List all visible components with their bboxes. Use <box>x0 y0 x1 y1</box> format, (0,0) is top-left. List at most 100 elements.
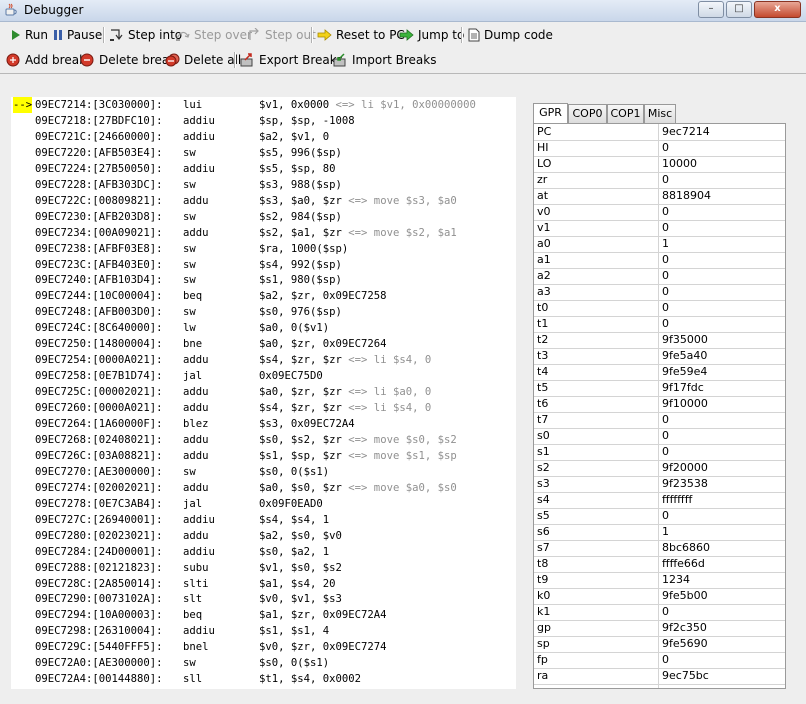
delete-all-button[interactable]: Delete all <box>165 51 241 69</box>
jump-to-button[interactable]: Jump to <box>399 26 464 44</box>
register-value[interactable]: 8818904 <box>662 189 711 202</box>
register-row[interactable]: t5 9f17fdc <box>534 380 785 397</box>
register-row[interactable]: s1 0 <box>534 444 785 461</box>
step-over-button[interactable]: Step over <box>175 26 252 44</box>
register-value[interactable]: 0 <box>662 205 669 218</box>
disassembly-row[interactable]: 09EC7264:[1A60000F]: blez $s3, 0x09EC72A4 <box>11 416 516 432</box>
register-value[interactable]: 8bc6860 <box>662 541 710 554</box>
disassembly-row[interactable]: 09EC7244:[10C00004]: beq $a2, $zr, 0x09EC7… <box>11 288 516 304</box>
disassembly-row[interactable]: 09EC7238:[AFBF03E8]: sw $ra, 1000($sp) <box>11 241 516 257</box>
disassembly-row[interactable]: 09EC72A0:[AE300000]: sw $s0, 0($s1) <box>11 655 516 671</box>
disassembly-row[interactable]: 09EC72A4:[00144880]: sll $t1, $s4, 0x0002 <box>11 671 516 687</box>
disassembly-row[interactable]: 09EC7280:[02023021]: addu $a2, $s0, $v0 <box>11 528 516 544</box>
disassembly-row[interactable]: 09EC721C:[24660000]: addiu $a2, $v1, 0 <box>11 129 516 145</box>
disassembly-row[interactable]: 09EC7254:[0000A021]: addu $s4, $zr, $zr <=… <box>11 352 516 368</box>
disassembly-row[interactable]: 09EC7228:[AFB303DC]: sw $s3, 988($sp) <box>11 177 516 193</box>
register-value[interactable]: 1234 <box>662 573 690 586</box>
register-value[interactable]: 0 <box>662 429 669 442</box>
disassembly-row[interactable]: 09EC7250:[14800004]: bne $a0, $zr, 0x09EC7… <box>11 336 516 352</box>
register-value[interactable]: 1 <box>662 525 669 538</box>
disassembly-row[interactable]: 09EC7258:[0E7B1D74]: jal 0x09EC75D0 <box>11 368 516 384</box>
register-row[interactable]: v1 0 <box>534 220 785 237</box>
register-value[interactable]: 9f17fdc <box>662 381 704 394</box>
tab-misc[interactable]: Misc <box>644 104 676 123</box>
register-value[interactable]: 0 <box>662 509 669 522</box>
register-row[interactable]: t7 0 <box>534 412 785 429</box>
register-row[interactable]: a2 0 <box>534 268 785 285</box>
disassembly-row[interactable]: --> 09EC7214:[3C030000]: lui $v1, 0x0000 <=… <box>11 97 516 113</box>
register-row[interactable]: a0 1 <box>534 236 785 253</box>
disassembly-row[interactable]: 09EC723C:[AFB403E0]: sw $s4, 992($sp) <box>11 257 516 273</box>
register-value[interactable]: 0 <box>662 221 669 234</box>
register-value[interactable]: 0 <box>662 269 669 282</box>
maximize-button[interactable]: □ <box>726 1 752 18</box>
step-out-button[interactable]: Step out <box>246 26 316 44</box>
disassembly-row[interactable]: 09EC727C:[26940001]: addiu $s4, $s4, 1 <box>11 512 516 528</box>
register-value[interactable]: 10000 <box>662 157 697 170</box>
disassembly-row[interactable]: 09EC7298:[26310004]: addiu $s1, $s1, 4 <box>11 623 516 639</box>
register-value[interactable]: 9fe5a40 <box>662 349 707 362</box>
tab-cop1[interactable]: COP1 <box>607 104 644 123</box>
register-row[interactable]: zr 0 <box>534 172 785 189</box>
disassembly-row[interactable]: 09EC728C:[2A850014]: slti $a1, $s4, 20 <box>11 576 516 592</box>
dump-code-button[interactable]: Dump code <box>467 26 553 44</box>
pause-button[interactable]: Pause <box>52 26 102 44</box>
register-value[interactable]: 9f10000 <box>662 397 708 410</box>
disassembly-row[interactable]: 09EC726C:[03A08821]: addu $s1, $sp, $zr <=… <box>11 448 516 464</box>
disassembly-row[interactable]: 09EC7268:[02408021]: addu $s0, $s2, $zr <=… <box>11 432 516 448</box>
register-row[interactable]: s7 8bc6860 <box>534 540 785 557</box>
register-row[interactable]: t8 ffffe66d <box>534 556 785 573</box>
add-break-button[interactable]: Add break <box>6 51 86 69</box>
register-value[interactable]: 9f20000 <box>662 461 708 474</box>
register-row[interactable]: v0 0 <box>534 204 785 221</box>
register-value[interactable]: 0 <box>662 413 669 426</box>
register-value[interactable]: 0 <box>662 253 669 266</box>
register-row[interactable]: t2 9f35000 <box>534 332 785 349</box>
register-table[interactable]: PC 9ec7214 HI 0 LO 10000 zr 0 at 8818904 v0 0 v1 0 a0 1… <box>533 123 786 689</box>
disassembly-row[interactable]: 09EC7240:[AFB103D4]: sw $s1, 980($sp) <box>11 272 516 288</box>
reset-to-pc-button[interactable]: Reset to PC <box>317 26 405 44</box>
register-row[interactable]: s6 1 <box>534 524 785 541</box>
disassembly-row[interactable]: 09EC7224:[27B50050]: addiu $s5, $sp, 80 <box>11 161 516 177</box>
register-row[interactable]: sp 9fe5690 <box>534 636 785 653</box>
disassembly-row[interactable]: 09EC7218:[27BDFC10]: addiu $sp, $sp, -1008 <box>11 113 516 129</box>
tab-cop0[interactable]: COP0 <box>568 104 607 123</box>
tab-gpr[interactable]: GPR <box>533 103 568 123</box>
disassembly-row[interactable]: 09EC7288:[02121823]: subu $v1, $s0, $s2 <box>11 560 516 576</box>
register-value[interactable]: 0 <box>662 317 669 330</box>
register-value[interactable]: 0 <box>662 605 669 618</box>
disassembly-row[interactable]: 09EC7294:[10A00003]: beq $a1, $zr, 0x09EC7… <box>11 607 516 623</box>
disassembly-row[interactable]: 09EC729C:[5440FFF5]: bnel $v0, $zr, 0x09EC… <box>11 639 516 655</box>
register-value[interactable]: 0 <box>662 653 669 666</box>
register-row[interactable]: gp 9f2c350 <box>534 620 785 637</box>
register-row[interactable]: HI 0 <box>534 140 785 157</box>
register-value[interactable]: 9f2c350 <box>662 621 707 634</box>
export-breaks-button[interactable]: Export Breaks <box>240 51 343 69</box>
disassembly-row[interactable]: 09EC7274:[02002021]: addu $a0, $s0, $zr <=… <box>11 480 516 496</box>
minimize-button[interactable]: – <box>698 1 724 18</box>
register-row[interactable]: s3 9f23538 <box>534 476 785 493</box>
disassembly-row[interactable]: 09EC7260:[0000A021]: addu $s4, $zr, $zr <=… <box>11 400 516 416</box>
register-row[interactable]: s4 ffffffff <box>534 492 785 509</box>
disassembly-row[interactable]: 09EC7230:[AFB203D8]: sw $s2, 984($sp) <box>11 209 516 225</box>
register-value[interactable]: 9f35000 <box>662 333 708 346</box>
register-row[interactable]: k1 0 <box>534 604 785 621</box>
disassembly-row[interactable]: 09EC724C:[8C640000]: lw $a0, 0($v1) <box>11 320 516 336</box>
register-row[interactable]: s5 0 <box>534 508 785 525</box>
register-row[interactable]: ra 9ec75bc <box>534 668 785 685</box>
register-value[interactable]: 9ec75bc <box>662 669 709 682</box>
disassembly-row[interactable]: 09EC7278:[0E7C3AB4]: jal 0x09F0EAD0 <box>11 496 516 512</box>
register-row[interactable]: PC 9ec7214 <box>534 124 785 141</box>
disassembly-row[interactable]: 09EC7220:[AFB503E4]: sw $s5, 996($sp) <box>11 145 516 161</box>
register-value[interactable]: ffffe66d <box>662 557 705 570</box>
register-value[interactable]: 0 <box>662 301 669 314</box>
disassembly-row[interactable]: 09EC7248:[AFB003D0]: sw $s0, 976($sp) <box>11 304 516 320</box>
register-row[interactable]: k0 9fe5b00 <box>534 588 785 605</box>
register-value[interactable]: 9f23538 <box>662 477 708 490</box>
disassembly-row[interactable]: 09EC7270:[AE300000]: sw $s0, 0($s1) <box>11 464 516 480</box>
import-breaks-button[interactable]: Import Breaks <box>333 51 436 69</box>
register-row[interactable]: fp 0 <box>534 652 785 669</box>
register-value[interactable]: 0 <box>662 445 669 458</box>
register-row[interactable]: t9 1234 <box>534 572 785 589</box>
disassembly-row[interactable]: 09EC7284:[24D00001]: addiu $s0, $a2, 1 <box>11 544 516 560</box>
